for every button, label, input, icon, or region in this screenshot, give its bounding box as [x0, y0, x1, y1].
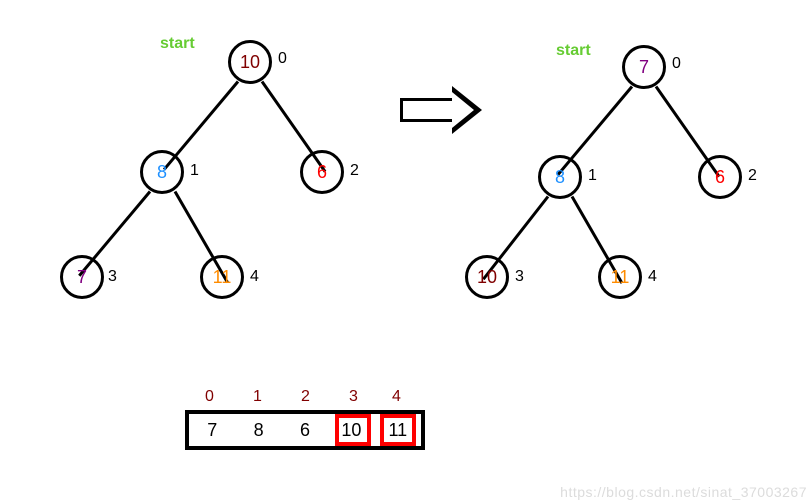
left-node-4: 11 — [200, 255, 244, 299]
array-cell-0: 7 — [189, 420, 235, 441]
array-index-0: 0 — [205, 388, 214, 406]
right-node-3: 10 — [465, 255, 509, 299]
left-node-0: 10 — [228, 40, 272, 84]
start-label-right: start — [556, 42, 591, 60]
arrow-head-inner — [452, 92, 474, 128]
right-node-2-value: 6 — [715, 167, 725, 188]
left-node-3: 7 — [60, 255, 104, 299]
left-node-2: 6 — [300, 150, 344, 194]
right-node-1-index: 1 — [588, 167, 597, 185]
right-node-3-index: 3 — [515, 268, 524, 286]
arrow-shaft — [400, 98, 456, 122]
array-highlight-4 — [380, 414, 416, 446]
right-node-3-value: 10 — [477, 267, 497, 288]
right-node-0-value: 7 — [639, 57, 649, 78]
diagram-canvas: start 10 0 8 1 6 2 7 3 11 4 start 7 0 8 … — [0, 0, 811, 502]
right-node-2-index: 2 — [748, 167, 757, 185]
right-node-1-value: 8 — [555, 167, 565, 188]
array-highlight-3 — [335, 414, 371, 446]
array-index-1: 1 — [253, 388, 262, 406]
left-node-3-value: 7 — [77, 267, 87, 288]
left-node-0-index: 0 — [278, 50, 287, 68]
right-node-0-index: 0 — [672, 55, 681, 73]
right-node-4-value: 11 — [611, 267, 630, 288]
watermark: https://blog.csdn.net/sinat_37003267 — [560, 484, 807, 500]
left-node-3-index: 3 — [108, 268, 117, 286]
array-index-3: 3 — [349, 388, 358, 406]
array-cell-2: 6 — [282, 420, 328, 441]
left-node-1: 8 — [140, 150, 184, 194]
start-label-left: start — [160, 35, 195, 53]
left-node-2-index: 2 — [350, 162, 359, 180]
left-node-2-value: 6 — [317, 162, 327, 183]
left-node-1-index: 1 — [190, 162, 199, 180]
right-node-2: 6 — [698, 155, 742, 199]
left-node-4-value: 11 — [213, 267, 232, 288]
right-node-4-index: 4 — [648, 268, 657, 286]
right-node-4: 11 — [598, 255, 642, 299]
right-node-0: 7 — [622, 45, 666, 89]
right-node-1: 8 — [538, 155, 582, 199]
array-index-4: 4 — [392, 388, 401, 406]
left-node-1-value: 8 — [157, 162, 167, 183]
left-node-0-value: 10 — [240, 52, 260, 73]
left-node-4-index: 4 — [250, 268, 259, 286]
array-cell-1: 8 — [235, 420, 281, 441]
array-index-2: 2 — [301, 388, 310, 406]
